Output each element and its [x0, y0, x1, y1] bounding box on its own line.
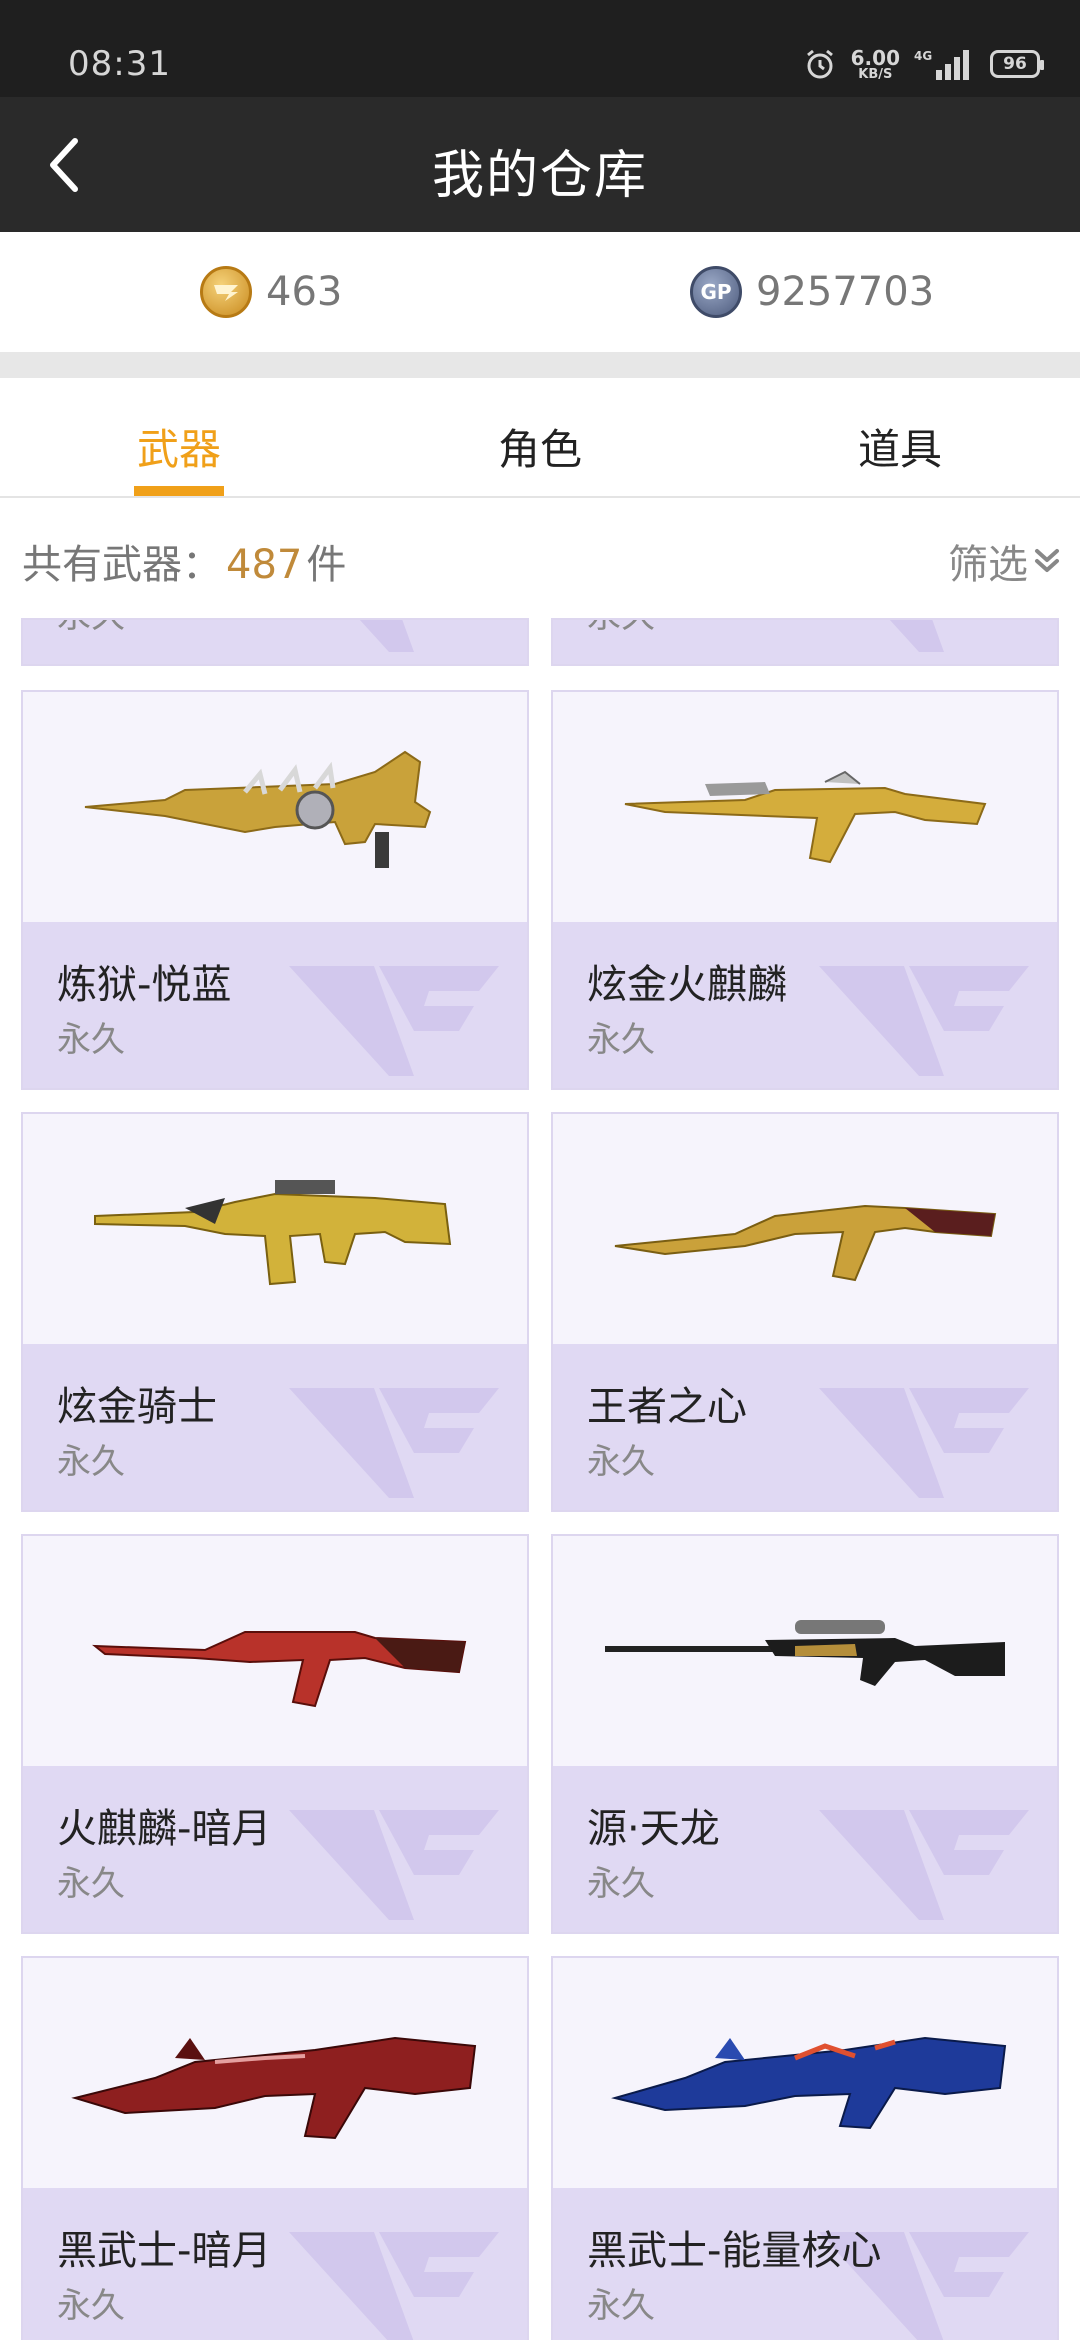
status-bar: 08:31 6.00 KB/S 4G 96: [0, 0, 1080, 97]
weapon-name: 黑武士-暗月: [57, 2228, 272, 2274]
weapon-count-unit: 件: [306, 542, 347, 588]
weapon-duration: 永久: [587, 1864, 655, 1904]
currency-bar: 463 GP 9257703: [0, 232, 1080, 352]
weapon-name: 黑武士-能量核心: [587, 2228, 882, 2274]
inventory-summary: 共有武器： 487 件 筛选: [0, 500, 1080, 618]
cf-logo-icon: [289, 1388, 499, 1498]
weapon-image: [23, 1536, 527, 1766]
weapon-count-value: 487: [226, 542, 303, 588]
weapon-name: 炫金骑士: [57, 1384, 217, 1430]
weapon-duration: 永久: [57, 2286, 125, 2326]
rifle-icon: [84, 750, 432, 868]
weapon-card[interactable]: 火麒麟-暗月 永久: [21, 1534, 529, 1934]
weapon-name: 炫金火麒麟: [587, 962, 787, 1008]
cf-logo-icon: [819, 966, 1029, 1076]
weapon-name: 炼狱-悦蓝: [57, 962, 232, 1008]
weapon-image: [23, 692, 527, 922]
cf-logo-icon: [289, 2232, 499, 2340]
cf-logo-icon: [819, 1388, 1029, 1498]
weapon-card-partial[interactable]: 永久: [551, 618, 1059, 666]
weapon-duration: 永久: [587, 2286, 655, 2326]
rifle-icon: [94, 1180, 452, 1286]
cf-coin-icon: [200, 266, 252, 318]
weapon-name: 火麒麟-暗月: [57, 1806, 272, 1852]
cf-logo-icon: [289, 1810, 499, 1920]
weapon-duration: 永久: [57, 1864, 125, 1904]
weapon-image: [553, 692, 1057, 922]
weapon-card-partial[interactable]: 永久: [21, 618, 529, 666]
alarm-icon: [806, 49, 833, 79]
weapon-name: 王者之心: [587, 1384, 747, 1430]
sniper-rifle-icon: [605, 1620, 1005, 1686]
svg-text:4G: 4G: [914, 49, 932, 63]
weapon-card[interactable]: 黑武士-暗月 永久: [21, 1956, 529, 2340]
weapon-duration: 永久: [587, 620, 655, 637]
gp-value: 9257703: [756, 269, 935, 315]
rifle-icon: [92, 1631, 467, 1708]
weapon-card[interactable]: 炫金骑士 永久: [21, 1112, 529, 1512]
cf-points-balance: 463: [200, 262, 342, 322]
category-tabs: 武器 角色 道具: [0, 378, 1080, 498]
weapon-name: 源·天龙: [587, 1806, 720, 1852]
weapon-image: [23, 1114, 527, 1344]
weapon-card[interactable]: 炼狱-悦蓝 永久: [21, 690, 529, 1090]
cf-logo-icon: [289, 966, 499, 1076]
weapon-duration: 永久: [57, 620, 125, 637]
weapon-image: [23, 1958, 527, 2188]
tab-weapons[interactable]: 武器: [137, 416, 221, 477]
weapon-card[interactable]: 源·天龙 永久: [551, 1534, 1059, 1934]
cf-points-value: 463: [266, 269, 343, 315]
weapon-duration: 永久: [587, 1020, 655, 1060]
weapon-duration: 永久: [57, 1442, 125, 1482]
weapon-image: [553, 1958, 1057, 2188]
weapon-duration: 永久: [587, 1442, 655, 1482]
signal-icon: 4G: [914, 49, 969, 80]
tab-characters[interactable]: 角色: [498, 416, 582, 477]
net-speed-value: 6.00: [850, 45, 900, 70]
weapon-grid: 永久 永久 炼狱-悦蓝 永久: [0, 618, 1080, 2340]
weapon-count: 共有武器： 487 件: [22, 532, 346, 590]
filter-label: 筛选: [948, 542, 1028, 588]
net-speed-unit: KB/S: [858, 66, 893, 82]
weapon-card[interactable]: 黑武士-能量核心 永久: [551, 1956, 1059, 2340]
rifle-icon: [624, 770, 987, 864]
weapon-card[interactable]: 炫金火麒麟 永久: [551, 690, 1059, 1090]
rifle-icon: [71, 2036, 477, 2140]
weapon-duration: 永久: [57, 1020, 125, 1060]
nav-bar: 我的仓库: [0, 97, 1080, 232]
tab-items[interactable]: 道具: [858, 416, 942, 477]
cf-logo-icon: [359, 620, 414, 652]
weapon-image: [553, 1536, 1057, 1766]
cf-logo-icon: [819, 1810, 1029, 1920]
filter-button[interactable]: 筛选: [948, 532, 1062, 590]
status-time: 08:31: [68, 44, 171, 84]
battery-icon: 96: [990, 50, 1044, 78]
double-chevron-down-icon: [1035, 549, 1059, 572]
weapon-image: [553, 1114, 1057, 1344]
rifle-icon: [614, 1204, 997, 1282]
page-title: 我的仓库: [431, 146, 648, 206]
weapon-card[interactable]: 王者之心 永久: [551, 1112, 1059, 1512]
section-divider: [0, 352, 1080, 378]
status-icons: 6.00 KB/S 4G 96: [803, 44, 1044, 84]
weapon-count-label: 共有武器：: [22, 542, 222, 588]
net-speed: 6.00 KB/S: [851, 48, 900, 81]
gp-balance: GP 9257703: [690, 262, 934, 322]
active-tab-indicator: [134, 486, 224, 496]
gp-coin-icon: GP: [690, 266, 742, 318]
cf-logo-icon: [889, 620, 944, 652]
rifle-icon: [611, 2036, 1007, 2130]
